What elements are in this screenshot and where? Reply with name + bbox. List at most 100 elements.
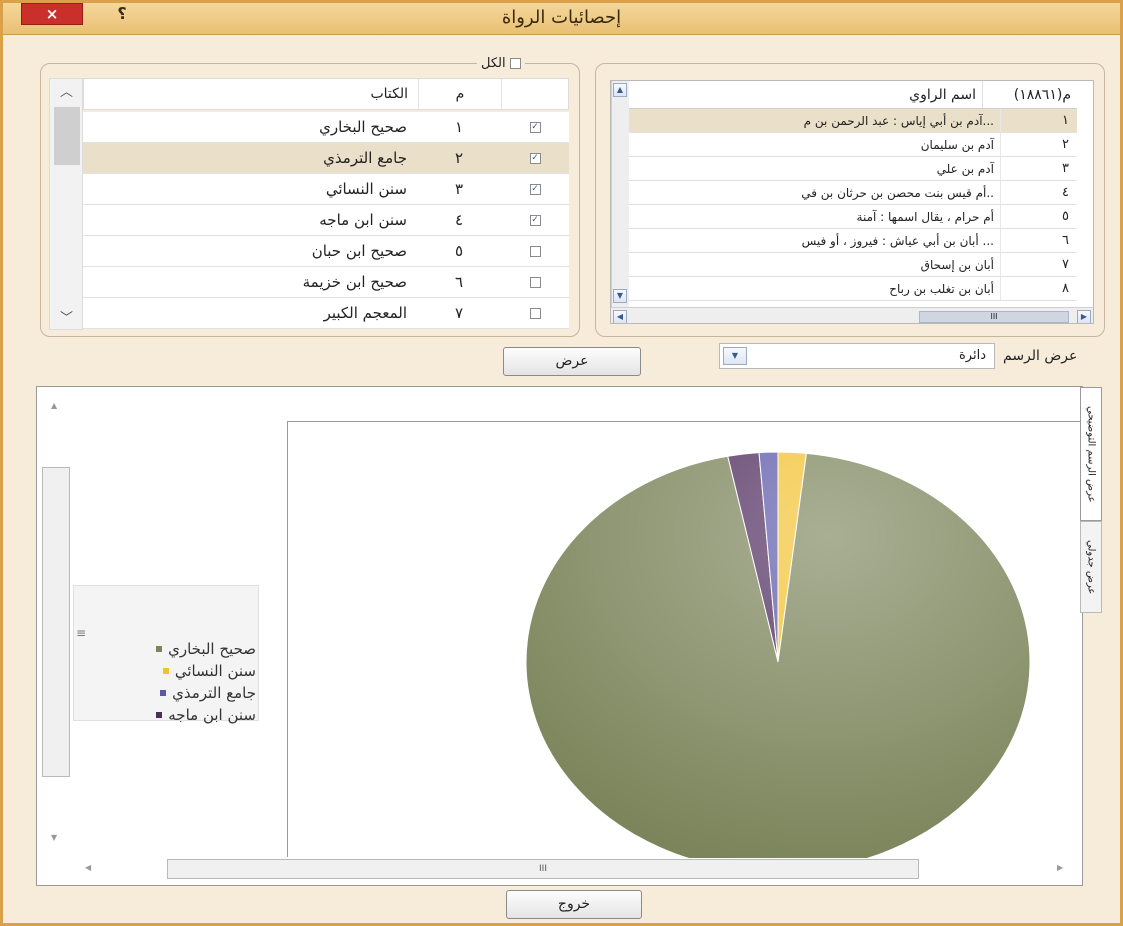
narrator-name: أم قيس بنت محصن بن حرثان بن في.. <box>629 181 1001 204</box>
scroll-left-icon[interactable]: ◀ <box>613 310 627 323</box>
help-button[interactable]: ؟ <box>111 4 133 26</box>
narrator-row[interactable]: أم قيس بنت محصن بن حرثان بن في.. ٤ <box>629 181 1077 205</box>
books-vscroll[interactable]: ︿ ﹀ <box>49 78 83 330</box>
narrators-header: م(١٨٨٦١) اسم الراوي <box>611 81 1077 109</box>
book-index: ٢ <box>454 149 464 167</box>
narrator-index: ٧ <box>1062 257 1069 272</box>
book-name: صحيح البخاري <box>319 118 407 136</box>
narrator-row[interactable]: أبان بن إسحاق ٧ <box>629 253 1077 277</box>
legend-item: جامع الترمذي <box>88 682 256 704</box>
legend-label: صحيح البخاري <box>168 640 256 658</box>
narrators-panel: م(١٨٨٦١) اسم الراوي آدم بن أبي إياس : عب… <box>595 63 1105 337</box>
books-header: الكتاب م <box>83 78 569 110</box>
chart-vscroll[interactable]: ▲ ▼ <box>37 387 75 857</box>
chart-type-label: عرض الرسم <box>1003 348 1078 364</box>
scroll-up-icon[interactable]: ▲ <box>613 83 627 97</box>
narrators-hscroll[interactable]: ◀ III ▶ <box>611 307 1093 323</box>
chevron-down-icon[interactable]: ﹀ <box>60 307 73 326</box>
chart-hscroll[interactable]: ◀ III ▶ <box>75 855 1082 885</box>
narrator-index: ٦ <box>1062 233 1069 248</box>
scroll-right-arrow-icon[interactable]: ▶ <box>1057 863 1063 872</box>
narrator-row[interactable]: أبان بن أبي عياش : فيروز ، أو فيس ... ٦ <box>629 229 1077 253</box>
scroll-down-icon[interactable]: ▼ <box>613 289 627 303</box>
book-checkbox-cell <box>501 267 569 297</box>
select-all-checkbox[interactable] <box>509 57 521 69</box>
narrators-vscroll[interactable]: ▲ ▼ <box>611 81 629 307</box>
book-checkbox-cell: ✓ <box>501 112 569 142</box>
legend-item: صحيح البخاري <box>88 638 256 660</box>
narrators-col-name[interactable]: اسم الراوي <box>611 81 983 108</box>
chart-panel: ▲ ▼ ◀ III ▶ ≡ صحيح البخاري سنن النسائي جام… <box>36 386 1102 886</box>
book-row[interactable]: سنن النسائي ٣ ✓ <box>83 174 569 205</box>
book-index: ٧ <box>454 304 464 322</box>
close-button[interactable]: × <box>21 3 83 25</box>
select-all[interactable]: الكل <box>477 54 525 72</box>
book-checkbox-cell: ✓ <box>501 143 569 173</box>
tab-table[interactable]: عرض جدولي <box>1080 521 1102 613</box>
book-row[interactable]: صحيح ابن خزيمة ٦ <box>83 267 569 298</box>
narrator-name: أبان بن تغلب بن رباح <box>629 277 1001 300</box>
book-row[interactable]: سنن ابن ماجه ٤ ✓ <box>83 205 569 236</box>
chart-type-dropdown-button[interactable]: ▼ <box>723 347 747 365</box>
exit-button[interactable]: خروج <box>506 890 642 919</box>
book-name: صحيح ابن خزيمة <box>302 273 407 291</box>
legend-label: جامع الترمذي <box>172 684 256 702</box>
narrator-name: أم حرام ، يقال اسمها : آمنة <box>629 205 1001 228</box>
narrator-name: أبان بن إسحاق <box>629 253 1001 276</box>
narrators-col-index[interactable]: م(١٨٨٦١) <box>983 81 1077 108</box>
dialog-window: إحصائيات الرواة × ؟ م(١٨٨٦١) اسم الراوي … <box>0 0 1123 926</box>
legend-swatch <box>162 668 169 674</box>
book-index: ١ <box>454 118 464 136</box>
chart-hscroll-thumb[interactable]: III <box>167 859 919 879</box>
books-col-book[interactable]: الكتاب <box>84 79 418 109</box>
chart-type-select[interactable]: ▼ دائرة <box>719 343 995 369</box>
book-checkbox[interactable]: ✓ <box>529 214 541 226</box>
book-checkbox[interactable] <box>529 307 541 319</box>
book-name: المعجم الكبير <box>323 304 407 322</box>
narrator-name: آدم بن أبي إياس : عبد الرحمن بن م... <box>629 109 1001 132</box>
book-checkbox[interactable]: ✓ <box>529 183 541 195</box>
chevron-up-icon[interactable]: ︿ <box>60 81 73 100</box>
book-name: جامع الترمذي <box>323 149 407 167</box>
book-checkbox[interactable]: ✓ <box>529 152 541 164</box>
books-col-index[interactable]: م <box>418 79 502 109</box>
scroll-up-arrow-icon[interactable]: ▲ <box>51 401 57 410</box>
narrator-name: آدم بن سليمان <box>629 133 1001 156</box>
narrator-row[interactable]: آدم بن سليمان ٢ <box>629 133 1077 157</box>
legend-label: سنن ابن ماجه <box>168 706 256 724</box>
legend-grip-icon: ≡ <box>76 626 87 640</box>
narrator-row[interactable]: أبان بن تغلب بن رباح ٨ <box>629 277 1077 301</box>
book-row[interactable]: صحيح البخاري ١ ✓ <box>83 112 569 143</box>
narrator-row[interactable]: آدم بن علي ٣ <box>629 157 1077 181</box>
narrator-row[interactable]: أم حرام ، يقال اسمها : آمنة ٥ <box>629 205 1077 229</box>
books-vscroll-thumb[interactable] <box>54 107 80 165</box>
narrator-index: ٤ <box>1062 185 1069 200</box>
narrator-index: ٢ <box>1062 137 1069 152</box>
narrator-row[interactable]: آدم بن أبي إياس : عبد الرحمن بن م... ١ <box>629 109 1077 133</box>
tab-graph[interactable]: عرض الرسم التوضيحي <box>1080 387 1102 521</box>
plot-area <box>287 421 1081 858</box>
book-checkbox-cell <box>501 236 569 266</box>
book-row[interactable]: جامع الترمذي ٢ ✓ <box>83 143 569 174</box>
scroll-down-arrow-icon[interactable]: ▼ <box>51 833 57 842</box>
scroll-right-icon[interactable]: ▶ <box>1077 310 1091 323</box>
book-index: ٦ <box>454 273 464 291</box>
narrators-hscroll-thumb[interactable]: III <box>919 311 1069 323</box>
book-name: صحيح ابن حبان <box>311 242 407 260</box>
legend-swatch <box>156 712 163 718</box>
narrator-name: أبان بن أبي عياش : فيروز ، أو فيس ... <box>629 229 1001 252</box>
book-checkbox-cell: ✓ <box>501 174 569 204</box>
narrator-index: ٣ <box>1062 161 1069 176</box>
book-index: ٣ <box>454 180 464 198</box>
book-checkbox[interactable]: ✓ <box>529 121 541 133</box>
book-checkbox[interactable] <box>529 245 541 257</box>
book-row[interactable]: المعجم الكبير ٧ <box>83 298 569 329</box>
narrators-grid: م(١٨٨٦١) اسم الراوي آدم بن أبي إياس : عب… <box>610 80 1094 324</box>
scroll-left-arrow-icon[interactable]: ◀ <box>85 863 91 872</box>
narrator-index: ٥ <box>1062 209 1069 224</box>
book-row[interactable]: صحيح ابن حبان ٥ <box>83 236 569 267</box>
chart-vscroll-thumb[interactable] <box>42 467 70 777</box>
book-checkbox-cell <box>501 298 569 328</box>
book-checkbox[interactable] <box>529 276 541 288</box>
show-button[interactable]: عرض <box>503 347 641 376</box>
